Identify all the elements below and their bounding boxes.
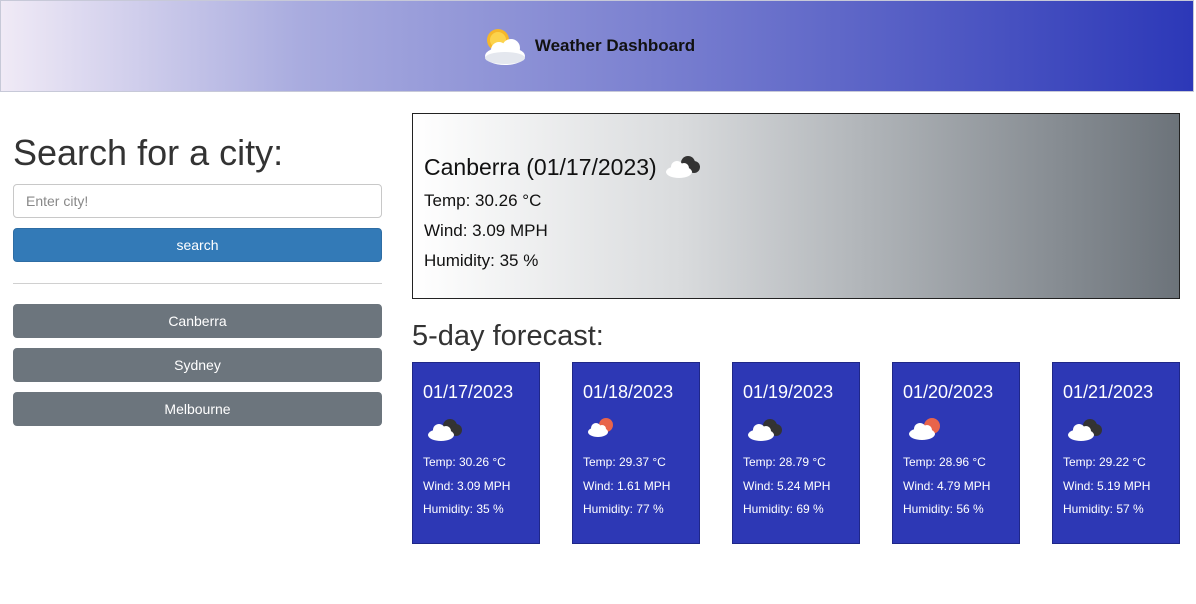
forecast-humidity: Humidity: 77 %: [583, 502, 664, 516]
forecast-temp: Temp: 29.22 °C: [1063, 455, 1146, 469]
search-heading: Search for a city:: [13, 132, 284, 173]
forecast-date: 01/19/2023: [743, 382, 834, 402]
broken-clouds-icon: [1068, 419, 1102, 441]
forecast-wind: Wind: 3.09 MPH: [423, 478, 511, 493]
forecast-humidity: Humidity: 35 %: [423, 502, 504, 516]
current-temp: Temp: 30.26 °C: [424, 191, 542, 210]
forecast-temp: Temp: 29.37 °C: [583, 455, 666, 469]
forecast-humidity: Humidity: 56 %: [903, 502, 984, 516]
forecast-wind: Wind: 5.19 MPH: [1063, 478, 1151, 493]
city-search-input[interactable]: [13, 184, 382, 218]
few-clouds-icon: [909, 418, 940, 440]
forecast-wind: Wind: 5.24 MPH: [743, 478, 831, 493]
forecast-temp: Temp: 28.79 °C: [743, 455, 826, 469]
forecast-wind: Wind: 4.79 MPH: [903, 478, 991, 493]
forecast-card: 01/20/2023 Temp: 28.96 °C Wind: 4.79 MPH…: [892, 362, 1020, 544]
forecast-date: 01/21/2023: [1063, 382, 1154, 402]
search-button[interactable]: search: [13, 228, 382, 262]
few-clouds-icon: [588, 418, 613, 437]
page-header: Weather Dashboard: [0, 0, 1194, 92]
forecast-date: 01/17/2023: [423, 382, 514, 402]
history-button-canberra[interactable]: Canberra: [13, 304, 382, 338]
current-city-title: Canberra (01/17/2023): [424, 153, 657, 180]
forecast-humidity: Humidity: 57 %: [1063, 502, 1144, 516]
forecast-humidity: Humidity: 69 %: [743, 502, 824, 516]
history-button-melbourne[interactable]: Melbourne: [13, 392, 382, 426]
forecast-card: 01/21/2023 Temp: 29.22 °C Wind: 5.19 MPH…: [1052, 362, 1180, 544]
forecast-temp: Temp: 30.26 °C: [423, 455, 506, 469]
forecast-card: 01/19/2023 Temp: 28.79 °C Wind: 5.24 MPH…: [732, 362, 860, 544]
broken-clouds-icon: [665, 156, 700, 178]
search-history: Canberra Sydney Melbourne: [13, 304, 382, 426]
forecast-heading: 5-day forecast:: [412, 320, 604, 352]
current-humidity: Humidity: 35 %: [424, 251, 539, 270]
page-title: Weather Dashboard: [534, 36, 696, 55]
forecast-date: 01/20/2023: [903, 382, 994, 402]
history-button-sydney[interactable]: Sydney: [13, 348, 382, 382]
current-wind: Wind: 3.09 MPH: [424, 221, 548, 240]
broken-clouds-icon: [428, 419, 462, 441]
forecast-wind: Wind: 1.61 MPH: [583, 478, 671, 493]
forecast-card: 01/18/2023 Temp: 29.37 °C Wind: 1.61 MPH…: [572, 362, 700, 544]
search-panel: Search for a city: search Canberra Sydne…: [13, 132, 382, 436]
current-weather-card: Canberra (01/17/2023) Temp: 30.26 °C Win…: [412, 113, 1180, 299]
forecast-date: 01/18/2023: [583, 382, 674, 402]
forecast-temp: Temp: 28.96 °C: [903, 455, 986, 469]
broken-clouds-icon: [748, 419, 782, 441]
divider: [13, 283, 382, 284]
sun-cloud-icon: [484, 29, 525, 65]
forecast-card: 01/17/2023 Temp: 30.26 °C Wind: 3.09 MPH…: [412, 362, 540, 544]
